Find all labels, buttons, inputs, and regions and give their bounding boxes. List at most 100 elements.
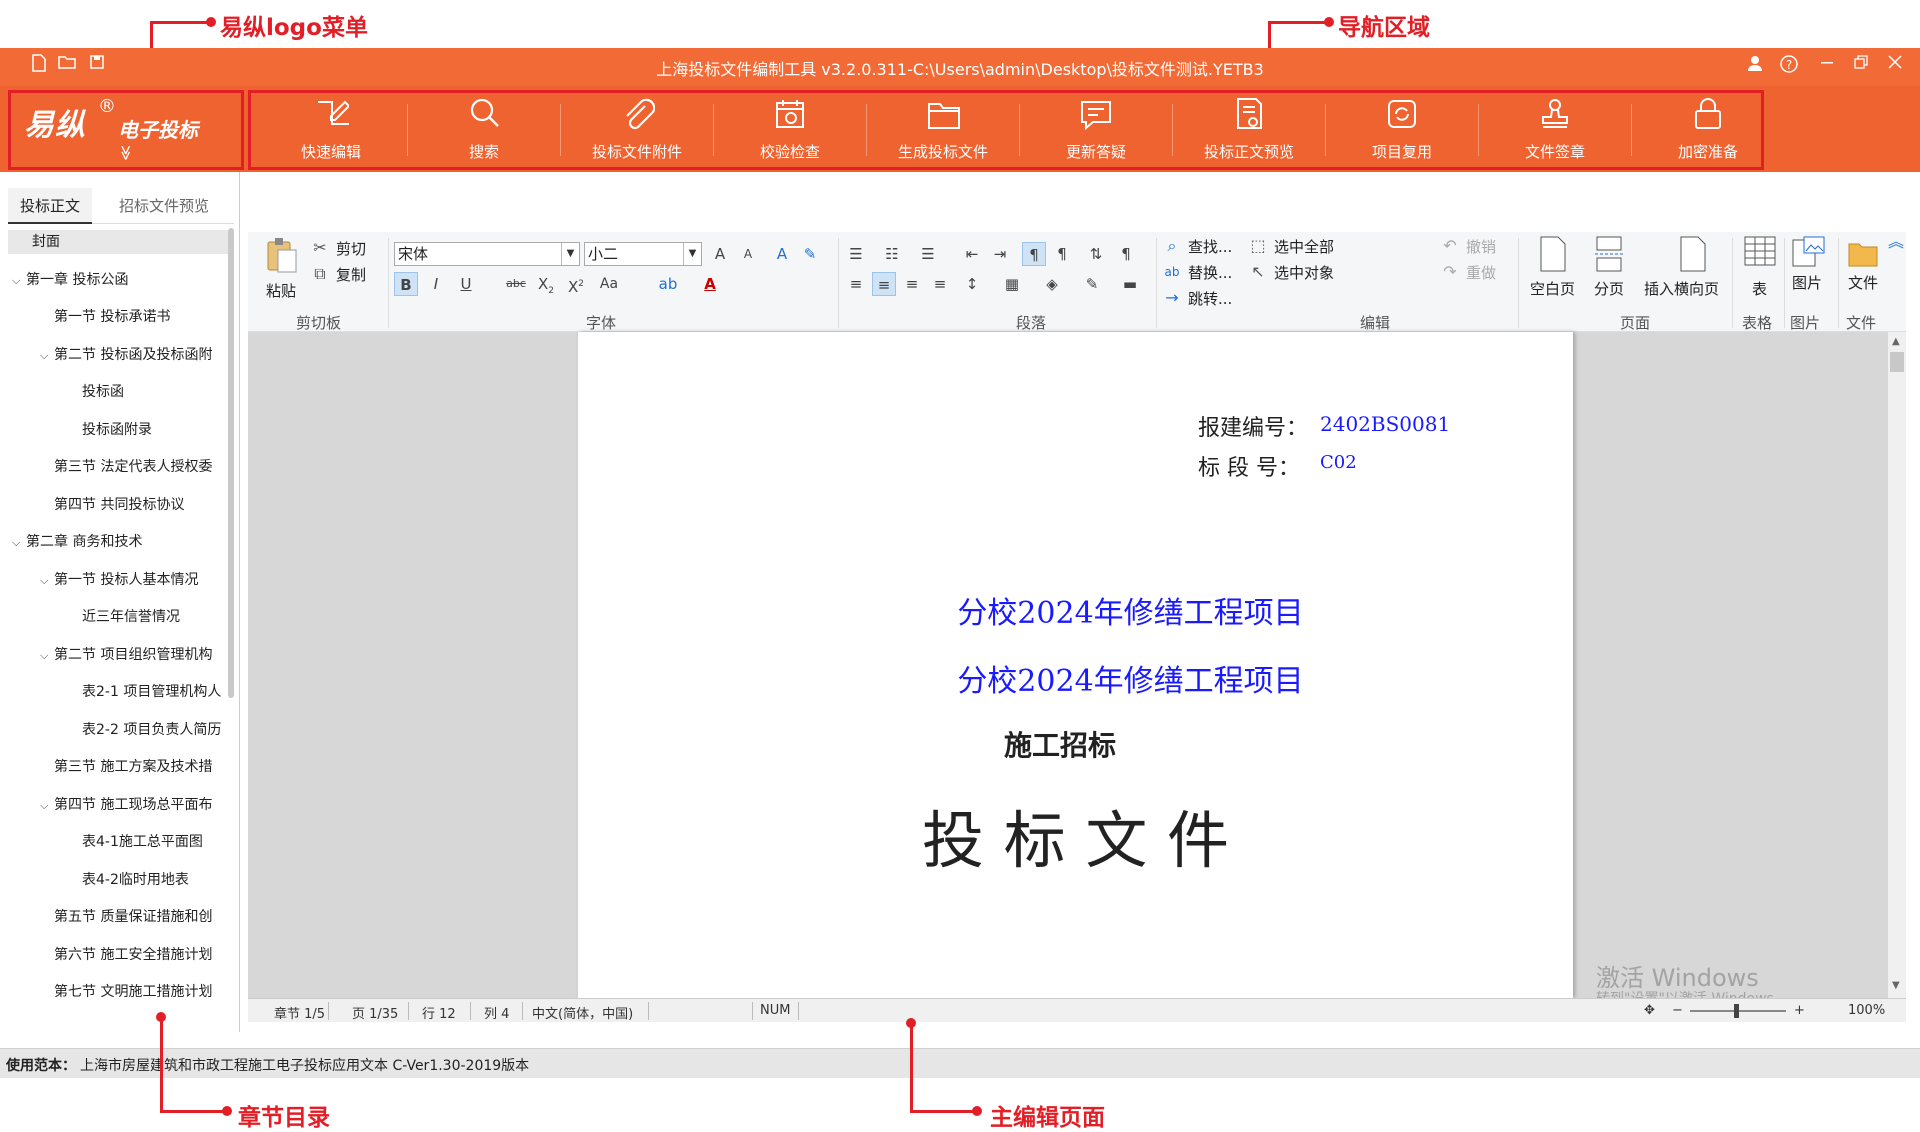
decrease-indent-icon[interactable]: ⇤ <box>960 242 984 266</box>
scissors-icon[interactable]: ✂ <box>310 238 330 258</box>
copy-button[interactable]: 复制 <box>336 264 366 285</box>
font-family-select[interactable]: 宋体 ▼ <box>394 242 580 266</box>
move-icon[interactable]: ✥ <box>1644 1003 1655 1018</box>
picture-icon[interactable] <box>1792 236 1826 272</box>
tree-item[interactable]: ⌵ 第二章 商务和技术 <box>12 530 142 554</box>
align-left-icon[interactable]: ≡ <box>844 272 868 296</box>
line-weight-icon[interactable]: ▬ <box>1118 272 1142 296</box>
clear-format-icon[interactable]: A <box>770 242 794 266</box>
file-insert-button[interactable]: 文件 <box>1848 272 1878 293</box>
ltr-paragraph-icon[interactable]: ¶ <box>1022 242 1046 266</box>
find-button[interactable]: 查找... <box>1188 236 1232 257</box>
restore-icon[interactable] <box>1850 54 1872 76</box>
font-color-icon[interactable]: A <box>698 272 722 296</box>
minimize-icon[interactable] <box>1816 54 1838 76</box>
superscript-button[interactable]: X2 <box>564 272 588 296</box>
rtl-paragraph-icon[interactable]: ¶ <box>1050 242 1074 266</box>
select-object-button[interactable]: 选中对象 <box>1274 262 1334 283</box>
pen-color-icon[interactable]: ✎ <box>1080 272 1104 296</box>
zoom-out-button[interactable]: − <box>1672 1003 1683 1018</box>
chevron-down-icon[interactable]: ⌵ <box>40 794 54 818</box>
cut-button[interactable]: 剪切 <box>336 238 366 259</box>
goto-icon[interactable]: → <box>1162 288 1182 308</box>
align-center-icon[interactable]: ≡ <box>872 272 896 296</box>
picture-button[interactable]: 图片 <box>1792 272 1822 293</box>
tree-item[interactable]: 表4-1施工总平面图 <box>82 830 203 854</box>
numbered-list-icon[interactable]: ☷ <box>880 242 904 266</box>
blank-page-button[interactable]: 空白页 <box>1530 278 1575 299</box>
close-icon[interactable] <box>1884 54 1906 76</box>
tree-item[interactable]: ⌵ 第一节 投标人基本情况 <box>40 568 198 592</box>
chevron-down-icon[interactable]: ⌵ <box>12 269 26 293</box>
zoom-in-button[interactable]: + <box>1794 1003 1805 1018</box>
bullet-list-icon[interactable]: ☰ <box>844 242 868 266</box>
tab-tender-preview[interactable]: 招标文件预览 <box>100 188 228 224</box>
change-case-button[interactable]: Aa <box>594 272 624 296</box>
help-icon[interactable]: ? <box>1778 54 1800 76</box>
justify-icon[interactable]: ≡ <box>928 272 952 296</box>
page-break-button[interactable]: 分页 <box>1594 278 1624 299</box>
sort-icon[interactable]: ⇅ <box>1084 242 1108 266</box>
replace-button[interactable]: 替换... <box>1188 262 1232 283</box>
highlight-icon[interactable]: ab <box>656 272 680 296</box>
nav-button-4[interactable]: 生成投标文件 <box>868 90 1018 168</box>
select-all-button[interactable]: 选中全部 <box>1274 236 1334 257</box>
replace-icon[interactable]: ab <box>1162 262 1182 282</box>
collapse-ribbon-icon[interactable]: ︽ <box>1886 232 1906 252</box>
nav-button-6[interactable]: 投标正文预览 <box>1174 90 1324 168</box>
tree-item[interactable]: 表2-1 项目管理机构人 <box>82 680 221 704</box>
tree-item[interactable]: 第三节 施工方案及技术措 <box>54 755 212 779</box>
tree-item[interactable]: 第三节 法定代表人授权委 <box>54 455 212 479</box>
italic-button[interactable]: I <box>424 272 448 296</box>
landscape-page-button[interactable]: 插入横向页 <box>1644 278 1719 299</box>
undo-button[interactable]: 撤销 <box>1466 236 1496 257</box>
tree-item[interactable]: 投标函 <box>82 380 124 404</box>
align-right-icon[interactable]: ≡ <box>900 272 924 296</box>
landscape-page-icon[interactable] <box>1678 236 1708 276</box>
chevron-down-icon[interactable]: ⌵ <box>40 344 54 368</box>
table-button[interactable]: 表 <box>1752 278 1767 299</box>
grow-font-icon[interactable]: A <box>708 242 732 266</box>
undo-icon[interactable]: ↶ <box>1440 236 1460 256</box>
show-marks-icon[interactable]: ¶ <box>1114 242 1138 266</box>
borders-icon[interactable]: ▦ <box>1000 272 1024 296</box>
shading-icon[interactable]: ◈ <box>1040 272 1064 296</box>
increase-indent-icon[interactable]: ⇥ <box>988 242 1012 266</box>
tree-item[interactable]: 第四节 共同投标协议 <box>54 493 184 517</box>
chevron-down-icon[interactable]: ⌵ <box>40 569 54 593</box>
line-spacing-icon[interactable]: ↕ <box>960 272 984 296</box>
strikethrough-button[interactable]: abc <box>504 272 528 296</box>
copy-icon[interactable]: ⧉ <box>310 264 330 284</box>
redo-button[interactable]: 重做 <box>1466 262 1496 283</box>
scroll-thumb[interactable] <box>1890 352 1904 372</box>
underline-button[interactable]: U <box>454 272 478 296</box>
tab-bid-body[interactable]: 投标正文 <box>8 188 92 224</box>
tree-item[interactable]: 投标函附录 <box>82 418 152 442</box>
paste-button[interactable]: 粘贴 <box>266 280 296 301</box>
tree-item[interactable]: 表2-2 项目负责人简历 <box>82 718 221 742</box>
blank-page-icon[interactable] <box>1538 236 1568 276</box>
goto-button[interactable]: 跳转... <box>1188 288 1232 309</box>
document-page[interactable]: 报建编号： 2402BS0081 标 段 号： C02 分校2024年修缮工程项… <box>578 332 1573 998</box>
bold-button[interactable]: B <box>394 272 418 296</box>
sidebar-scrollbar[interactable] <box>228 228 234 698</box>
chevron-down-icon[interactable]: ⌵ <box>40 644 54 668</box>
multilevel-list-icon[interactable]: ☰ <box>916 242 940 266</box>
document-scrollbar[interactable]: ▲ ▼ <box>1888 332 1906 998</box>
page-break-icon[interactable] <box>1594 236 1624 276</box>
scroll-down-icon[interactable]: ▼ <box>1892 980 1900 991</box>
tree-item[interactable]: 第六节 施工安全措施计划 <box>54 943 212 967</box>
subscript-button[interactable]: X2 <box>534 272 558 296</box>
nav-button-5[interactable]: 更新答疑 <box>1021 90 1171 168</box>
tree-item[interactable]: ⌵ 第二节 投标函及投标函附 <box>40 343 212 367</box>
nav-button-7[interactable]: 项目复用 <box>1327 90 1477 168</box>
chevron-down-icon[interactable]: ⌵ <box>12 531 26 555</box>
select-object-icon[interactable]: ↖ <box>1248 262 1268 282</box>
nav-button-9[interactable]: 加密准备 <box>1633 90 1783 168</box>
table-icon[interactable] <box>1744 236 1776 270</box>
tree-item[interactable]: 近三年信誉情况 <box>82 605 180 629</box>
tree-item[interactable]: ⌵ 第二节 项目组织管理机构 <box>40 643 212 667</box>
tree-item[interactable]: 第五节 质量保证措施和创 <box>54 905 212 929</box>
shrink-font-icon[interactable]: A <box>736 242 760 266</box>
find-icon[interactable]: ⌕ <box>1162 236 1182 256</box>
